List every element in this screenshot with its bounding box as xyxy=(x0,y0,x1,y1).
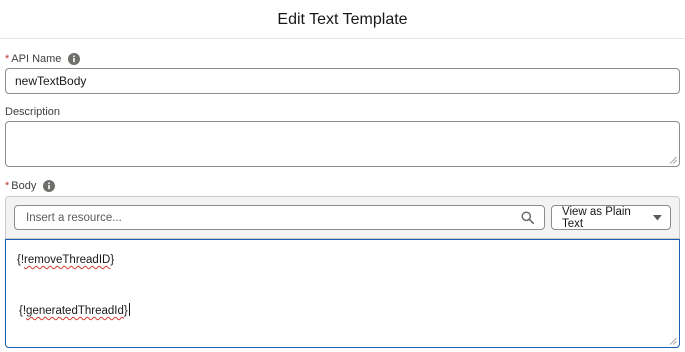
description-textarea[interactable] xyxy=(5,121,680,167)
merge-field-open: {! xyxy=(19,305,27,317)
body-line-2: {!generatedThreadId} xyxy=(19,303,130,317)
merge-field-open: {! xyxy=(17,254,25,266)
description-label: Description xyxy=(5,106,61,118)
body-line-1: {!removeThreadID} xyxy=(17,254,114,266)
merge-field-close: } xyxy=(123,305,128,317)
api-name-label: API Name xyxy=(11,53,62,65)
body-label-row: * Body xyxy=(5,179,680,193)
template-form: * API Name newTextBody Description * Bod… xyxy=(0,52,685,348)
view-as-plain-text-label: View as Plain Text xyxy=(562,205,631,230)
required-marker: * xyxy=(5,53,10,65)
resource-search-input[interactable]: Insert a resource... xyxy=(14,205,545,230)
info-icon[interactable] xyxy=(43,180,56,192)
resize-grip-icon[interactable] xyxy=(669,337,677,345)
body-toolbar: Insert a resource... View as Plain Text xyxy=(6,197,679,239)
api-name-value: newTextBody xyxy=(15,74,87,88)
description-label-row: Description xyxy=(5,105,680,119)
modal-header: Edit Text Template xyxy=(0,0,685,39)
api-name-input[interactable]: newTextBody xyxy=(5,68,680,94)
info-icon[interactable] xyxy=(68,53,81,65)
text-cursor xyxy=(128,303,130,316)
required-marker: * xyxy=(5,180,10,192)
body-label: Body xyxy=(11,180,37,192)
body-editor: Insert a resource... View as Plain Text … xyxy=(5,196,680,348)
resource-search-placeholder: Insert a resource... xyxy=(26,211,122,224)
view-as-plain-text-button[interactable]: View as Plain Text xyxy=(551,205,671,230)
page-title: Edit Text Template xyxy=(277,11,408,28)
merge-field-name: removeThreadID xyxy=(24,254,111,266)
api-name-label-row: * API Name xyxy=(5,52,680,66)
body-text-area[interactable]: {!removeThreadID} {!generatedThreadId} xyxy=(5,239,680,348)
search-icon[interactable] xyxy=(521,211,534,224)
merge-field-name: generatedThreadId xyxy=(26,305,124,317)
merge-field-close: } xyxy=(110,254,115,266)
resize-grip-icon[interactable] xyxy=(669,156,677,164)
chevron-down-icon xyxy=(653,214,662,220)
